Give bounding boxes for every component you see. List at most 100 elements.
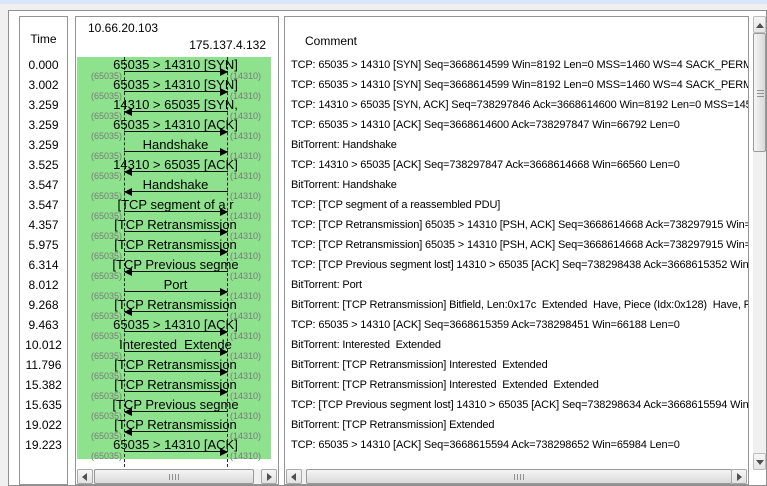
- flow-graph-row[interactable]: Port (65035) (14310): [76, 276, 278, 296]
- scroll-thumb[interactable]: [306, 469, 732, 484]
- time-value[interactable]: 10.012: [20, 336, 67, 356]
- node-right-ip-label: 175.137.4.132: [189, 38, 266, 52]
- arrow-shaft: [124, 291, 228, 292]
- flow-graph-row[interactable]: 65035 > 14310 [ACK] (65035) (14310): [76, 436, 278, 456]
- flow-graph-row[interactable]: 14310 > 65035 [SYN, (65035) (14310): [76, 96, 278, 116]
- arrowhead-icon: [220, 348, 228, 356]
- comment-row[interactable]: TCP: [TCP Previous segment lost] 14310 >…: [285, 396, 748, 416]
- arrowhead-icon: [220, 328, 228, 336]
- time-value[interactable]: 3.259: [20, 116, 67, 136]
- flow-graph-row[interactable]: 65035 > 14310 [ACK] (65035) (14310): [76, 316, 278, 336]
- flow-horizontal-scrollbar[interactable]: [77, 469, 277, 484]
- flow-graph-row[interactable]: Interested Extende (65035) (14310): [76, 336, 278, 356]
- comment-row[interactable]: TCP: 65035 > 14310 [ACK] Seq=3668614600 …: [285, 116, 748, 136]
- time-value[interactable]: 3.547: [20, 196, 67, 216]
- time-value[interactable]: 3.002: [20, 76, 67, 96]
- time-value[interactable]: 9.268: [20, 296, 67, 316]
- arrowhead-icon: [220, 208, 228, 216]
- arrowhead-icon: [220, 88, 228, 96]
- arrowhead-icon: [124, 188, 132, 196]
- flow-graph-row[interactable]: 14310 > 65035 [ACK] (65035) (14310): [76, 156, 278, 176]
- comment-row[interactable]: TCP: 65035 > 14310 [ACK] Seq=3668615359 …: [285, 316, 748, 336]
- comment-row[interactable]: BitTorrent: Interested Extended: [285, 336, 748, 356]
- time-value[interactable]: 3.259: [20, 96, 67, 116]
- time-value[interactable]: 3.525: [20, 156, 67, 176]
- aero-strip: [0, 0, 767, 4]
- time-value[interactable]: 3.259: [20, 136, 67, 156]
- flow-graph-row[interactable]: [TCP Previous segme (65035) (14310): [76, 396, 278, 416]
- scroll-left-button[interactable]: [286, 469, 302, 484]
- comment-row[interactable]: TCP: 14310 > 65035 [SYN, ACK] Seq=738297…: [285, 96, 748, 116]
- flow-graph-row[interactable]: 65035 > 14310 [ACK] (65035) (14310): [76, 116, 278, 136]
- flow-graph-row[interactable]: [TCP Retransmission (65035) (14310): [76, 296, 278, 316]
- scroll-grip-icon: [757, 89, 764, 97]
- flow-graph-row[interactable]: [TCP Retransmission (65035) (14310): [76, 356, 278, 376]
- arrowhead-icon: [220, 228, 228, 236]
- arrowhead-icon: [124, 108, 132, 116]
- time-value[interactable]: 5.975: [20, 236, 67, 256]
- comment-row[interactable]: BitTorrent: Port: [285, 276, 748, 296]
- arrowhead-icon: [220, 448, 228, 456]
- comment-row[interactable]: TCP: 65035 > 14310 [SYN] Seq=3668614599 …: [285, 56, 748, 76]
- comment-row[interactable]: BitTorrent: Handshake: [285, 176, 748, 196]
- arrow-shaft: [124, 71, 228, 72]
- flow-graph-row[interactable]: [TCP segment of a r (65035) (14310): [76, 196, 278, 216]
- flow-graph-row[interactable]: [TCP Retransmission (65035) (14310): [76, 416, 278, 436]
- time-value[interactable]: 4.357: [20, 216, 67, 236]
- comment-row[interactable]: TCP: 14310 > 65035 [ACK] Seq=738297847 A…: [285, 156, 748, 176]
- scroll-thumb[interactable]: [753, 33, 766, 152]
- time-value[interactable]: 3.547: [20, 176, 67, 196]
- time-value[interactable]: 8.012: [20, 276, 67, 296]
- time-value[interactable]: 15.382: [20, 376, 67, 396]
- arrowhead-icon: [124, 308, 132, 316]
- time-value[interactable]: 15.635: [20, 396, 67, 416]
- arrowhead-icon: [124, 408, 132, 416]
- comment-row[interactable]: TCP: [TCP Retransmission] 65035 > 14310 …: [285, 216, 748, 236]
- flow-graph-row[interactable]: 65035 > 14310 [SYN] (65035) (14310): [76, 76, 278, 96]
- arrow-shaft: [124, 191, 228, 192]
- scroll-right-button[interactable]: [261, 469, 277, 484]
- comment-row[interactable]: TCP: 65035 > 14310 [ACK] Seq=3668615594 …: [285, 436, 748, 456]
- comment-vertical-scrollbar[interactable]: [753, 16, 766, 470]
- comment-horizontal-scrollbar[interactable]: [286, 469, 747, 484]
- time-value[interactable]: 19.223: [20, 436, 67, 456]
- comment-row[interactable]: BitTorrent: Handshake: [285, 136, 748, 156]
- scroll-thumb[interactable]: [94, 469, 254, 484]
- comment-row[interactable]: BitTorrent: [TCP Retransmission] Interes…: [285, 376, 748, 396]
- arrow-shaft: [124, 451, 228, 452]
- scroll-grip-icon: [169, 474, 179, 480]
- comment-row[interactable]: BitTorrent: [TCP Retransmission] Extende…: [285, 416, 748, 436]
- arrow-shaft: [124, 371, 228, 372]
- flow-graph-row[interactable]: [TCP Retransmission (65035) (14310): [76, 236, 278, 256]
- arrowhead-icon: [220, 68, 228, 76]
- scroll-left-button[interactable]: [77, 469, 93, 484]
- flow-graph-row[interactable]: [TCP Previous segme (65035) (14310): [76, 256, 278, 276]
- scroll-up-icon: [756, 23, 764, 28]
- arrow-shaft: [124, 271, 228, 272]
- comment-row[interactable]: TCP: [TCP segment of a reassembled PDU]: [285, 196, 748, 216]
- arrowhead-icon: [124, 268, 132, 276]
- time-value[interactable]: 19.022: [20, 416, 67, 436]
- time-value[interactable]: 9.463: [20, 316, 67, 336]
- comment-row[interactable]: TCP: [TCP Retransmission] 65035 > 14310 …: [285, 236, 748, 256]
- time-value[interactable]: 11.796: [20, 356, 67, 376]
- flow-graph-row[interactable]: Handshake (65035) (14310): [76, 176, 278, 196]
- comment-row[interactable]: BitTorrent: [TCP Retransmission] Interes…: [285, 356, 748, 376]
- comment-row[interactable]: BitTorrent: [TCP Retransmission] Bitfiel…: [285, 296, 748, 316]
- arrow-shaft: [124, 411, 228, 412]
- flow-graph-row[interactable]: Handshake (65035) (14310): [76, 136, 278, 156]
- flow-graph-row[interactable]: [TCP Retransmission (65035) (14310): [76, 376, 278, 396]
- comment-row[interactable]: TCP: 65035 > 14310 [SYN] Seq=3668614599 …: [285, 76, 748, 96]
- comment-row[interactable]: TCP: [TCP Previous segment lost] 14310 >…: [285, 256, 748, 276]
- scroll-down-button[interactable]: [753, 453, 766, 470]
- time-value[interactable]: 0.000: [20, 56, 67, 76]
- arrow-shaft: [124, 131, 228, 132]
- arrowhead-icon: [220, 368, 228, 376]
- flow-graph-row[interactable]: 65035 > 14310 [SYN] (65035) (14310): [76, 56, 278, 76]
- scroll-left-icon: [291, 473, 296, 481]
- arrow-shaft: [124, 111, 228, 112]
- scroll-right-button[interactable]: [731, 469, 747, 484]
- time-value[interactable]: 6.314: [20, 256, 67, 276]
- scroll-up-button[interactable]: [753, 16, 766, 33]
- flow-graph-row[interactable]: [TCP Retransmission (65035) (14310): [76, 216, 278, 236]
